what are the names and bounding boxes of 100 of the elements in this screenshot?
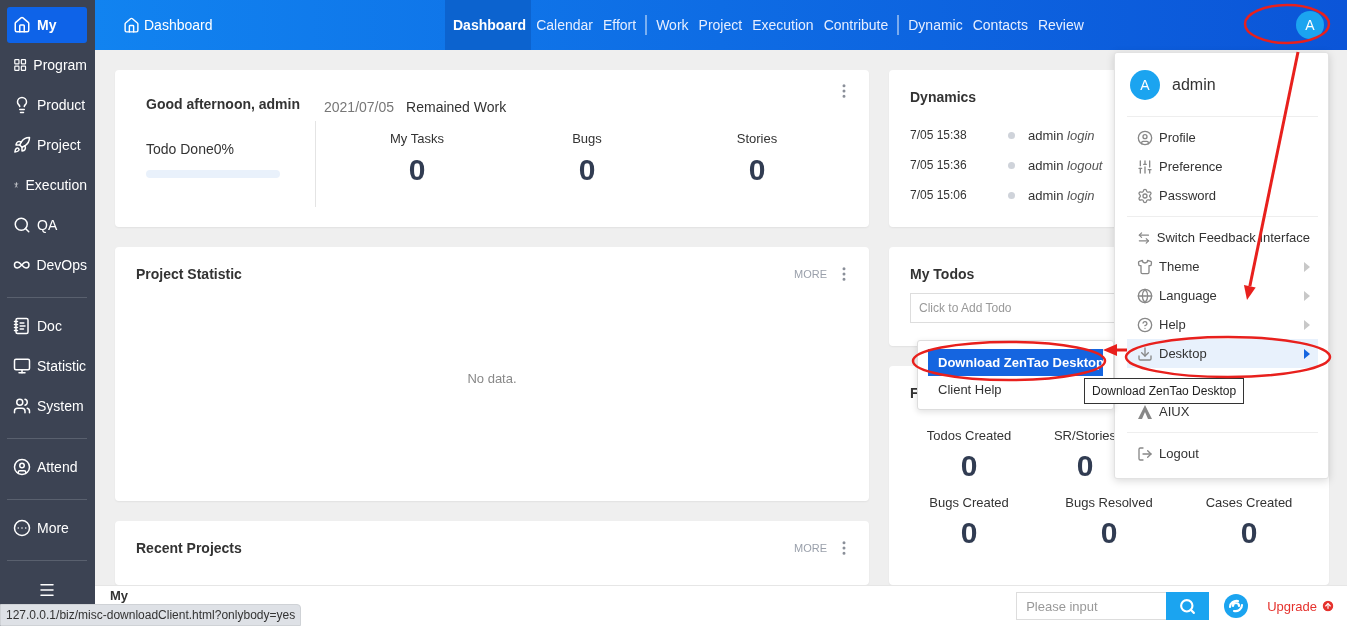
sidebar-item[interactable]: Product bbox=[7, 87, 87, 123]
tooltip: Download ZenTao Desktop bbox=[1084, 378, 1245, 404]
nav-tab[interactable]: Dashboard bbox=[445, 0, 532, 50]
nav-tab[interactable]: Dynamic bbox=[903, 0, 968, 50]
ellipsis-icon bbox=[13, 519, 31, 537]
sidebar-item[interactable]: More bbox=[7, 510, 87, 546]
stat-label: Cases Created bbox=[1205, 495, 1293, 510]
nav-tab[interactable]: Review bbox=[1032, 0, 1089, 50]
stat-value: 0 bbox=[748, 153, 766, 187]
user-avatar: A bbox=[1130, 69, 1160, 100]
greeting: Good afternoon, admin bbox=[146, 96, 301, 112]
sidebar-item[interactable]: Statistic bbox=[7, 348, 87, 384]
swirl-logo-icon[interactable] bbox=[1223, 593, 1250, 619]
sidebar-item[interactable]: Attend bbox=[7, 449, 87, 485]
stat-label: Todos Created bbox=[926, 428, 1012, 443]
stat-value: 0 bbox=[1100, 516, 1118, 550]
menu-item[interactable]: Theme bbox=[1127, 252, 1318, 281]
stat-value: 0 bbox=[960, 516, 978, 550]
entry-time: 7/05 15:36 bbox=[910, 158, 968, 172]
sidebar-item[interactable]: System bbox=[7, 388, 87, 424]
entry-text: admin logout bbox=[1028, 157, 1103, 173]
page-title[interactable]: Dashboard bbox=[123, 16, 445, 34]
upgrade-link[interactable]: Upgrade bbox=[1267, 598, 1335, 614]
stat-value: 0 bbox=[578, 153, 596, 187]
menu-item[interactable]: Password bbox=[1127, 181, 1318, 210]
stat-label: Bugs Created bbox=[929, 495, 1009, 510]
search-input[interactable]: Please input bbox=[1016, 592, 1167, 620]
caret-icon bbox=[1304, 261, 1310, 272]
menu-item[interactable]: Desktop bbox=[1127, 339, 1318, 368]
stat-label: Bugs Resolved bbox=[1065, 495, 1153, 510]
sidebar-item[interactable]: My bbox=[7, 7, 87, 43]
submenu-item[interactable]: Download ZenTao Desktop bbox=[928, 349, 1103, 376]
card-title: Project Statistic bbox=[136, 266, 242, 282]
entry-text: admin login bbox=[1028, 187, 1095, 203]
menu-item[interactable]: Logout bbox=[1127, 439, 1318, 468]
timeline-dot bbox=[1008, 191, 1015, 199]
stat-value: 0 bbox=[408, 153, 426, 187]
user-name: admin bbox=[1172, 75, 1216, 94]
nav-tab[interactable]: Calendar bbox=[531, 0, 598, 50]
card-title: My Todos bbox=[910, 266, 975, 282]
nav-tab[interactable]: Contacts bbox=[967, 0, 1033, 50]
user-circle-icon bbox=[1137, 129, 1153, 146]
globe-icon bbox=[1137, 287, 1153, 304]
subtitle: Remained Work bbox=[406, 99, 507, 115]
home-icon bbox=[123, 16, 140, 34]
menu-item[interactable]: Preference bbox=[1127, 152, 1318, 181]
download-icon bbox=[1137, 345, 1153, 362]
entry-text: admin login bbox=[1028, 127, 1095, 143]
sidebar-item[interactable]: Doc bbox=[7, 308, 87, 344]
user-circle-icon bbox=[13, 458, 31, 476]
monitor-icon bbox=[13, 357, 31, 375]
stat-label: My Tasks bbox=[390, 131, 444, 146]
search-icon bbox=[13, 216, 31, 234]
sidebar-item[interactable]: Project bbox=[7, 127, 87, 163]
timeline-dot bbox=[1008, 131, 1015, 139]
arrow-up-circle-icon bbox=[1321, 599, 1335, 613]
date: 2021/07/05 bbox=[324, 99, 395, 115]
rocket-icon bbox=[13, 136, 31, 154]
caret-icon bbox=[1304, 290, 1310, 301]
sidebar-item[interactable]: QA bbox=[7, 207, 87, 243]
switch-arrows-icon bbox=[1137, 229, 1151, 246]
sidebar-item[interactable]: Execution bbox=[7, 167, 87, 203]
shirt-icon bbox=[1137, 258, 1153, 275]
sidebar-item[interactable]: Program bbox=[7, 47, 87, 83]
status-url: 127.0.0.1/biz/misc-downloadClient.html?onlybody=yes bbox=[0, 604, 302, 626]
sidebar-item[interactable]: DevOps bbox=[7, 247, 87, 283]
stat-label: Bugs bbox=[572, 131, 602, 146]
nav-tab[interactable]: Contribute bbox=[818, 0, 894, 50]
stat-label: SR/Stories bbox=[1053, 428, 1117, 443]
grid-icon bbox=[13, 56, 28, 74]
stat-value: 0 bbox=[960, 449, 978, 483]
annotation-arrow bbox=[1103, 344, 1127, 356]
stat-label: Stories bbox=[736, 131, 778, 146]
caret-icon bbox=[1304, 348, 1310, 359]
breadcrumb[interactable]: My bbox=[110, 589, 129, 603]
card-title: Dynamics bbox=[910, 89, 977, 105]
home-icon bbox=[13, 16, 31, 34]
nav-tab[interactable]: Execution bbox=[747, 0, 819, 50]
search-icon bbox=[1179, 597, 1197, 615]
nav-tab[interactable]: Project bbox=[693, 0, 748, 50]
notebook-icon bbox=[13, 317, 31, 335]
empty-message: No data. bbox=[466, 371, 518, 386]
logout-icon bbox=[1137, 445, 1153, 462]
search-button[interactable] bbox=[1166, 592, 1210, 620]
help-icon bbox=[1137, 316, 1153, 333]
triangle-icon bbox=[1137, 403, 1153, 420]
menu-item[interactable]: Profile bbox=[1127, 123, 1318, 152]
entry-time: 7/05 15:38 bbox=[910, 128, 968, 142]
settings-icon bbox=[1137, 187, 1153, 204]
nav-tab[interactable]: Effort bbox=[597, 0, 642, 50]
stat-value: 0 bbox=[1076, 449, 1094, 483]
caret-icon bbox=[1304, 319, 1310, 330]
stat-value: 0 bbox=[1240, 516, 1258, 550]
users-icon bbox=[13, 397, 31, 415]
entry-time: 7/05 15:06 bbox=[910, 188, 968, 202]
timeline-dot bbox=[1008, 161, 1015, 169]
menu-icon[interactable] bbox=[38, 581, 56, 599]
todo-label: Todo Done0% bbox=[146, 141, 235, 157]
nav-tab[interactable]: Work bbox=[651, 0, 694, 50]
sliders-icon bbox=[1137, 158, 1153, 175]
